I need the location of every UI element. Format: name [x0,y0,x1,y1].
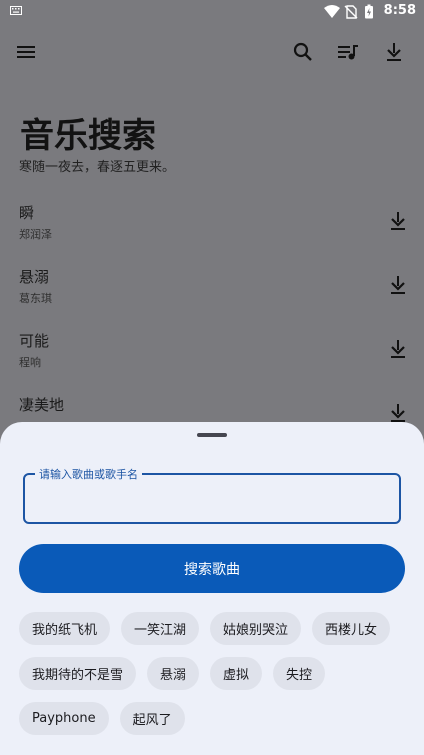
search-chip[interactable]: 虚拟 [210,657,263,690]
hot-search-chips: 我的纸飞机 一笑江湖 姑娘别哭泣 西楼儿女 我期待的不是雪 悬溺 虚拟 失控 P… [19,612,411,735]
search-bottom-sheet: 请输入歌曲或歌手名 搜索歌曲 我的纸飞机 一笑江湖 姑娘别哭泣 西楼儿女 我期待… [0,422,424,755]
search-chip[interactable]: 姑娘别哭泣 [210,612,302,645]
search-chip[interactable]: 失控 [273,657,326,690]
song-title: 瞬 [19,204,35,222]
status-time: 8:58 [383,3,416,18]
search-chip[interactable]: 我的纸飞机 [19,612,111,645]
list-item[interactable]: 可能 程响 [0,324,424,388]
song-artist: 程响 [19,356,41,369]
battery-icon [364,4,378,18]
no-sim-icon [344,4,358,19]
status-bar: 8:58 [0,0,424,24]
search-chip[interactable]: 西楼儿女 [312,612,391,645]
search-chip[interactable]: 起风了 [119,702,185,735]
wifi-icon [323,4,340,18]
search-field-label: 请输入歌曲或歌手名 [35,466,142,482]
search-chip[interactable]: 悬溺 [147,657,200,690]
list-item[interactable]: 瞬 郑润泽 [0,196,424,260]
keyboard-icon [10,6,22,18]
song-artist: 郑润泽 [19,228,52,241]
download-icon[interactable] [388,274,408,296]
search-chip[interactable]: 一笑江湖 [121,612,200,645]
search-song-button[interactable]: 搜索歌曲 [19,544,405,593]
song-title: 凄美地 [19,396,65,414]
download-icon[interactable] [388,210,408,232]
menu-icon[interactable] [14,40,38,64]
playlist-icon[interactable] [336,40,360,64]
page-title: 音乐搜索 [20,116,156,156]
search-input[interactable] [37,483,387,515]
list-item[interactable]: 悬溺 葛东琪 [0,260,424,324]
search-icon[interactable] [291,40,315,64]
drag-handle[interactable] [197,433,227,437]
song-title: 可能 [19,332,50,350]
download-icon[interactable] [382,40,406,64]
search-field[interactable]: 请输入歌曲或歌手名 [23,466,401,524]
download-icon[interactable] [388,402,408,424]
song-artist: 葛东琪 [19,292,52,305]
page-subtitle: 寒随一夜去，春逐五更来。 [19,160,176,175]
song-title: 悬溺 [19,268,50,286]
download-icon[interactable] [388,338,408,360]
song-list: 瞬 郑润泽 悬溺 葛东琪 可能 程响 凄美地 [0,196,424,452]
toolbar [0,30,424,74]
search-chip[interactable]: Payphone [19,702,109,735]
search-chip[interactable]: 我期待的不是雪 [19,657,137,690]
